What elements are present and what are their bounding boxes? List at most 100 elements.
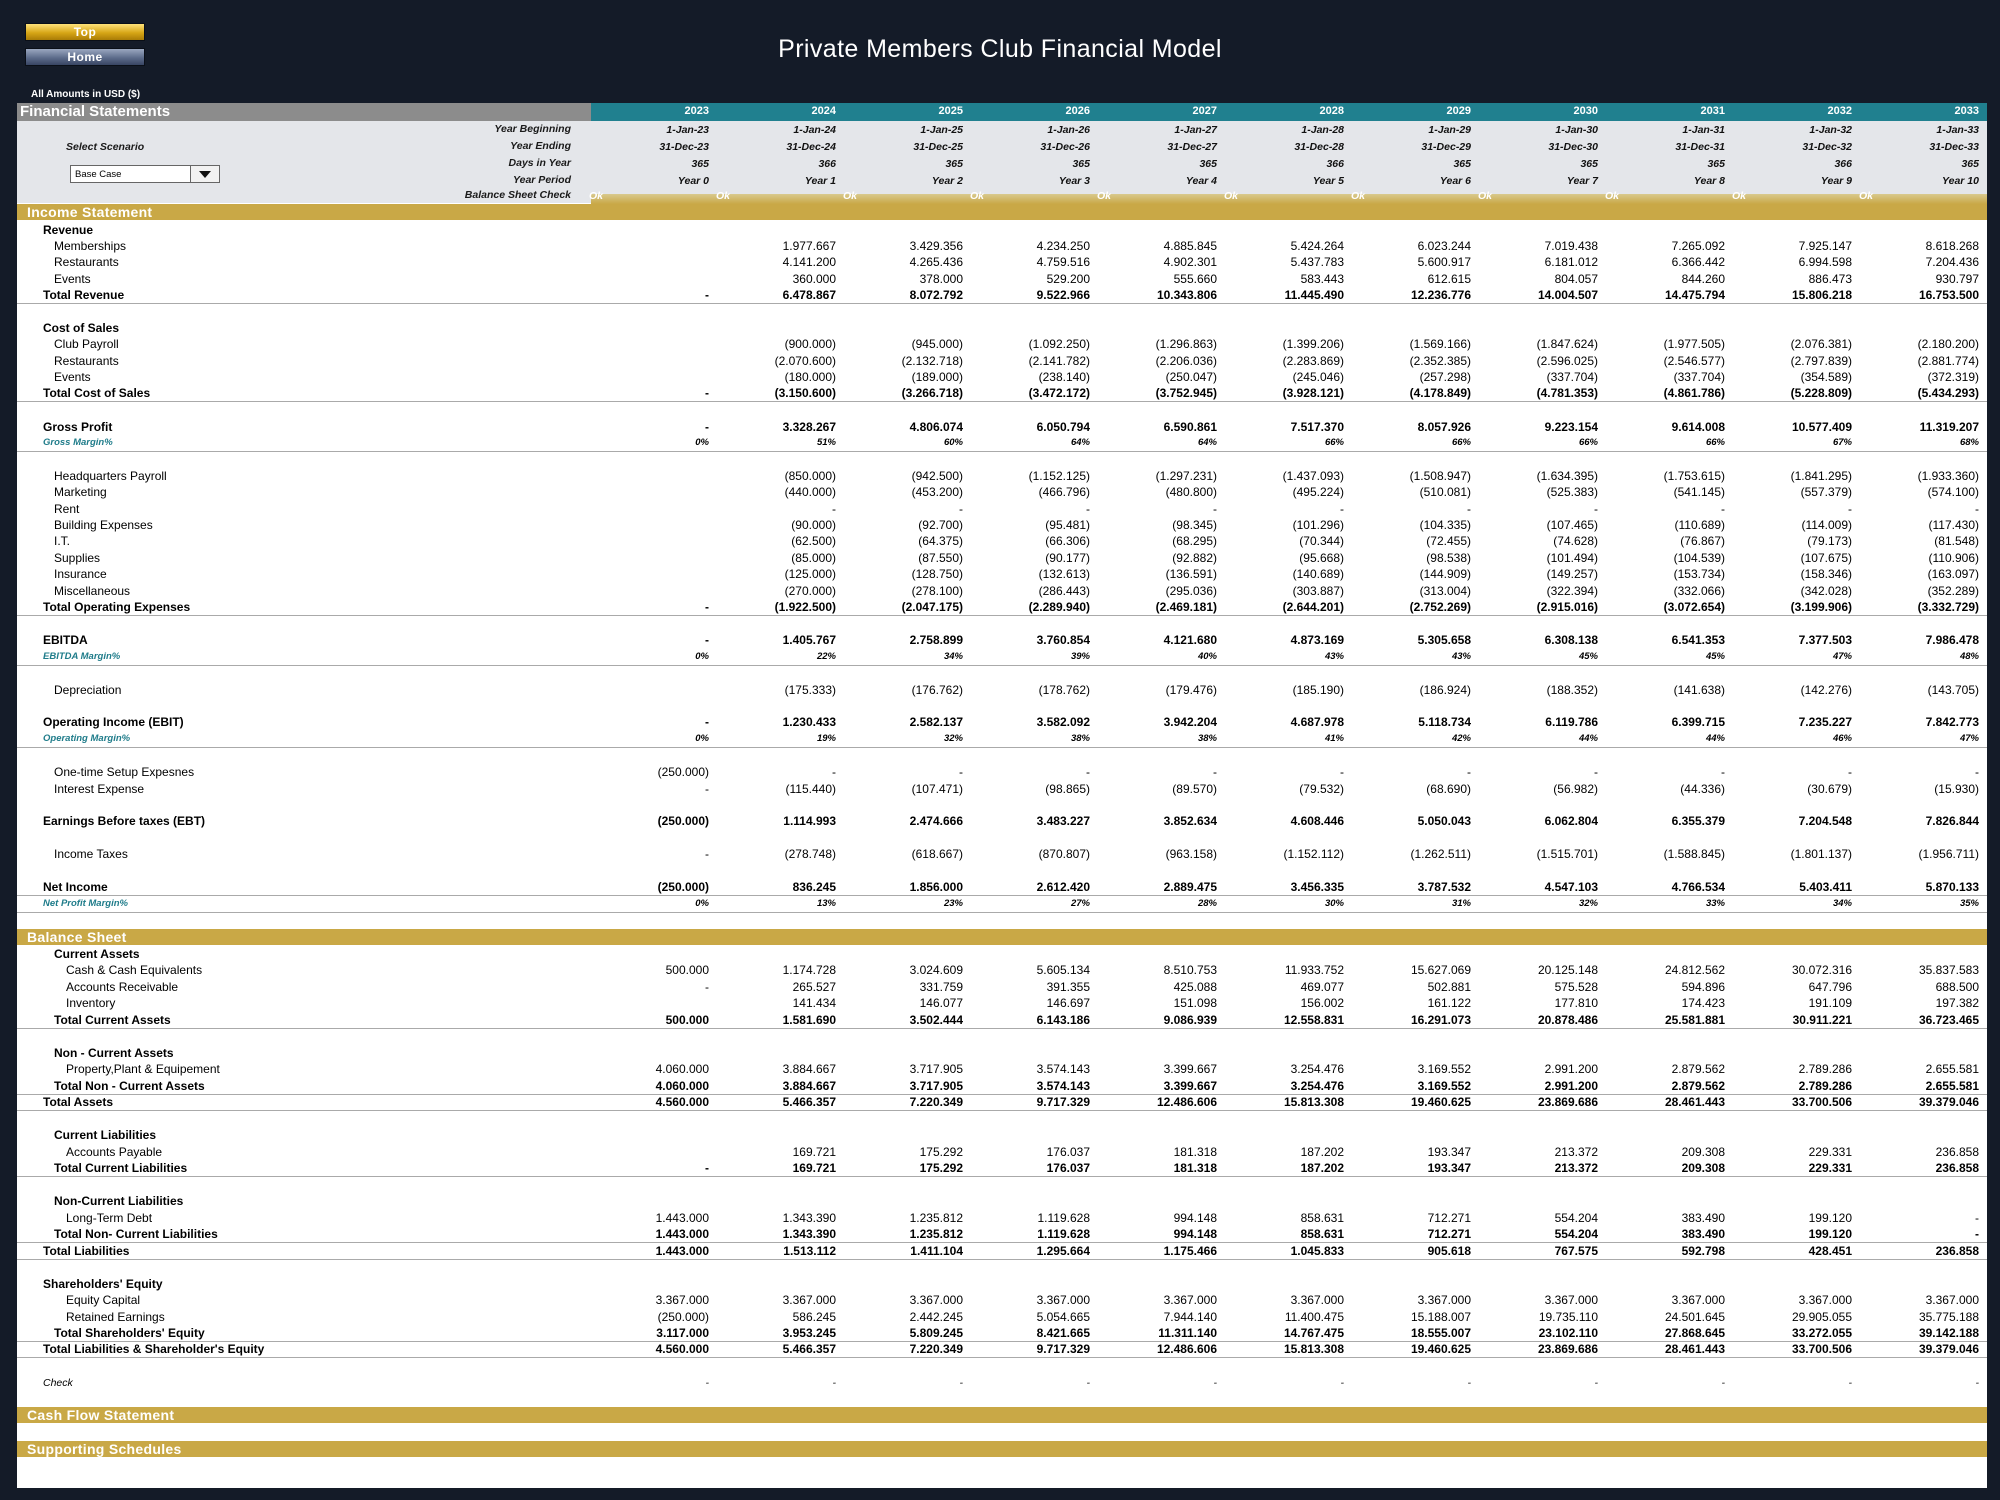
- value-cell: (945.000): [911, 337, 963, 351]
- value-cell: 844.260: [1681, 272, 1725, 286]
- value-cell: (574.100): [1927, 485, 1979, 499]
- value-cell: (70.344): [1299, 534, 1344, 548]
- value-cell: (2.132.718): [901, 354, 963, 368]
- year-beginning-cell: 1-Jan-32: [1809, 124, 1852, 136]
- value-cell: 2.612.420: [1036, 880, 1090, 894]
- value-cell: (2.289.940): [1028, 600, 1090, 614]
- value-cell: 209.308: [1681, 1145, 1725, 1159]
- income-statement-header[interactable]: Income Statement: [17, 204, 1987, 220]
- value-cell: (74.628): [1553, 534, 1598, 548]
- value-cell: 11.445.490: [1284, 288, 1344, 302]
- value-cell: 18.555.007: [1410, 1326, 1471, 1340]
- value-cell: -: [1213, 765, 1217, 779]
- value-cell: -: [1213, 1377, 1218, 1389]
- value-cell: 1.235.812: [909, 1211, 963, 1225]
- row-label: Events: [54, 272, 91, 286]
- value-cell: -: [959, 1377, 964, 1389]
- value-cell: 500.000: [665, 963, 709, 977]
- value-cell: 66%: [1578, 437, 1598, 448]
- value-cell: 15.813.308: [1283, 1342, 1344, 1356]
- value-cell: 5.054.665: [1036, 1310, 1090, 1324]
- value-cell: 23.869.686: [1537, 1095, 1598, 1109]
- row-label: EBITDA Margin%: [43, 651, 121, 662]
- balance-check-ok-cell: Ok: [1097, 190, 1112, 202]
- value-cell: (179.476): [1165, 683, 1217, 697]
- value-cell: 1.343.390: [782, 1211, 836, 1225]
- chevron-down-icon[interactable]: [190, 166, 219, 182]
- value-cell: 161.122: [1427, 996, 1471, 1010]
- value-cell: (115.440): [785, 782, 836, 796]
- value-cell: 3.367.000: [1798, 1293, 1852, 1307]
- value-cell: -: [959, 502, 963, 516]
- cash-flow-statement-header[interactable]: Cash Flow Statement: [17, 1407, 1987, 1423]
- days-in-year-cell: 366: [818, 158, 836, 170]
- value-cell: -: [705, 1161, 709, 1175]
- value-cell: 3.367.000: [1925, 1293, 1979, 1307]
- value-cell: 7.925.147: [1798, 239, 1852, 253]
- value-cell: 34%: [1832, 898, 1852, 909]
- value-cell: (303.887): [1292, 584, 1344, 598]
- value-cell: 469.077: [1300, 980, 1344, 994]
- value-cell: (141.638): [1673, 683, 1725, 697]
- value-cell: 767.575: [1554, 1244, 1598, 1258]
- row-label: Accounts Receivable: [66, 980, 179, 994]
- value-cell: 47%: [1832, 651, 1852, 662]
- row-divider: [17, 665, 1987, 666]
- row-divider: [17, 1259, 1987, 1260]
- value-cell: 16.291.073: [1410, 1013, 1471, 1027]
- value-cell: 7.204.436: [1925, 255, 1979, 269]
- value-cell: -: [1721, 502, 1725, 516]
- row-label: Total Shareholders' Equity: [54, 1326, 205, 1340]
- value-cell: (1.753.615): [1663, 469, 1725, 483]
- value-cell: 23.102.110: [1538, 1326, 1598, 1340]
- value-cell: (136.591): [1165, 567, 1217, 581]
- row-label: One-time Setup Expesnes: [54, 765, 195, 779]
- value-cell: (144.909): [1419, 567, 1471, 581]
- value-cell: (495.224): [1292, 485, 1344, 499]
- value-cell: 30.911.221: [1792, 1013, 1852, 1027]
- value-cell: 20.125.148: [1537, 963, 1598, 977]
- value-cell: 236.858: [1935, 1244, 1979, 1258]
- value-cell: (180.000): [784, 370, 836, 384]
- balance-sheet-header[interactable]: Balance Sheet: [17, 929, 1987, 945]
- row-label: Events: [54, 370, 91, 384]
- value-cell: 5.437.783: [1290, 255, 1344, 269]
- value-cell: 151.098: [1173, 996, 1217, 1010]
- scenario-dropdown[interactable]: Base Case: [70, 165, 220, 183]
- value-cell: (372.319): [1927, 370, 1979, 384]
- value-cell: 3.367.000: [909, 1293, 963, 1307]
- value-cell: 6.994.598: [1798, 255, 1852, 269]
- value-cell: 38%: [1070, 733, 1090, 744]
- value-cell: 6.478.867: [782, 288, 836, 302]
- value-cell: (2.644.201): [1282, 600, 1344, 614]
- value-cell: 11.400.475: [1284, 1310, 1344, 1324]
- year-beginning-label: Year Beginning: [494, 123, 571, 135]
- value-cell: 47%: [1959, 733, 1979, 744]
- year-header-cell: 2033: [1954, 105, 1979, 117]
- value-cell: 33.700.506: [1791, 1342, 1852, 1356]
- value-cell: -: [705, 715, 709, 729]
- value-cell: 44%: [1705, 733, 1725, 744]
- value-cell: 51%: [816, 437, 836, 448]
- value-cell: 28.461.443: [1664, 1342, 1725, 1356]
- value-cell: 5.050.043: [1417, 814, 1471, 828]
- value-cell: 35.775.188: [1918, 1310, 1979, 1324]
- value-cell: 60%: [943, 437, 963, 448]
- year-period-cell: Year 7: [1566, 175, 1598, 187]
- value-cell: 10.343.806: [1156, 288, 1217, 302]
- value-cell: 500.000: [665, 1013, 709, 1027]
- balance-check-ok-cell: Ok: [1859, 190, 1874, 202]
- value-cell: (188.352): [1546, 683, 1598, 697]
- year-period-cell: Year 3: [1058, 175, 1090, 187]
- amounts-currency-label: All Amounts in USD ($): [31, 89, 141, 100]
- value-cell: 1.977.667: [782, 239, 836, 253]
- value-cell: 24.812.562: [1664, 963, 1725, 977]
- value-cell: (163.097): [1927, 567, 1979, 581]
- value-cell: (337.704): [1673, 370, 1725, 384]
- year-period-cell: Year 1: [804, 175, 836, 187]
- balance-check-ok-cell: Ok: [589, 190, 604, 202]
- value-cell: 5.305.658: [1417, 633, 1471, 647]
- row-label: Property,Plant & Equipement: [66, 1062, 220, 1076]
- supporting-schedules-header[interactable]: Supporting Schedules: [17, 1441, 1987, 1457]
- value-cell: (1.933.360): [1917, 469, 1979, 483]
